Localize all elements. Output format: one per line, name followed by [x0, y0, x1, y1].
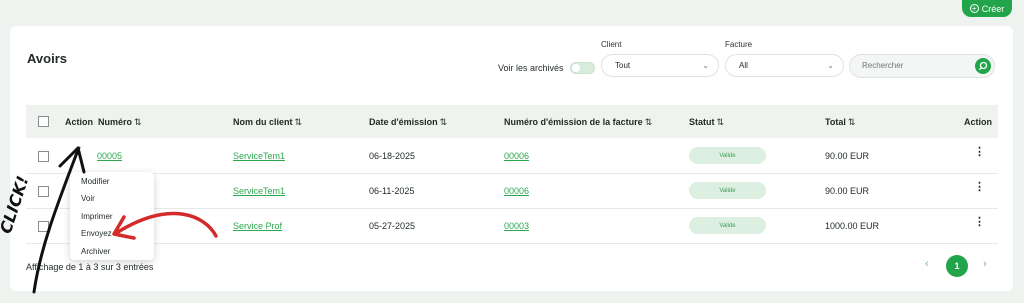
prev-page-icon[interactable]: ‹	[925, 258, 929, 270]
search-button[interactable]	[975, 58, 991, 74]
archive-toggle[interactable]	[570, 62, 595, 74]
total-amount: 90.00 EUR	[825, 151, 870, 161]
invoice-number-link[interactable]: 00006	[504, 186, 529, 196]
sort-icon: ⇅	[294, 117, 303, 127]
table-header: Action Numéro ⇅ Nom du client ⇅ Date d'émi…	[26, 105, 998, 138]
table-row: ⋮ 00005 ServiceTem1 06-18-2025 00006 Val…	[26, 139, 998, 174]
col-client[interactable]: Nom du client ⇅	[233, 117, 302, 128]
row-checkbox[interactable]	[38, 186, 49, 197]
row-checkbox[interactable]	[38, 221, 49, 232]
invoice-number-link[interactable]: 00003	[504, 221, 529, 231]
row-actions-menu-icon[interactable]: ⋮	[74, 147, 85, 158]
client-filter-label: Client	[601, 40, 622, 49]
sort-icon: ⇅	[644, 117, 653, 127]
invoice-select[interactable]: All ⌄	[725, 54, 844, 77]
sort-icon: ⇅	[134, 117, 142, 127]
col-client-label: Nom du client	[233, 117, 293, 127]
col-total-label: Total	[825, 117, 846, 127]
col-total[interactable]: Total ⇅	[825, 117, 855, 128]
client-name-link[interactable]: ServiceTem1	[233, 151, 285, 161]
page-1-button[interactable]: 1	[946, 255, 968, 277]
col-date[interactable]: Date d'émission ⇅	[369, 117, 447, 128]
client-name-link[interactable]: ServiceTem1	[233, 186, 285, 196]
toggle-knob	[572, 64, 580, 72]
menu-item-imprimer[interactable]: Imprimer	[81, 212, 113, 221]
col-invoice-number-label: Numéro d'émission de la facture	[504, 117, 643, 127]
col-action-right: Action	[964, 117, 992, 127]
issue-date: 05-27-2025	[369, 221, 416, 231]
invoice-number-link[interactable]: 00006	[504, 151, 529, 161]
issue-date: 06-11-2025	[369, 186, 415, 196]
row-checkbox[interactable]	[38, 151, 49, 162]
archive-toggle-label: Voir les archivés	[498, 63, 564, 73]
client-name-link[interactable]: Service Prof	[233, 221, 282, 231]
chevron-down-icon: ⌄	[702, 61, 709, 70]
row-actions-icon[interactable]: ⋮	[974, 182, 985, 193]
menu-item-modifier[interactable]: Modifier	[81, 177, 109, 186]
col-status[interactable]: Statut ⇅	[689, 117, 724, 128]
status-badge: Valide	[689, 217, 766, 234]
col-number-label: Numéro	[98, 117, 133, 127]
pagination-summary: Affichage de 1 à 3 sur 3 entrées	[26, 262, 154, 272]
plus-circle-icon: +	[969, 4, 979, 13]
col-invoice-number[interactable]: Numéro d'émission de la facture ⇅	[504, 117, 652, 128]
issue-date: 06-18-2025	[369, 151, 416, 161]
col-date-label: Date d'émission	[369, 117, 438, 127]
invoice-select-value: All	[739, 61, 748, 70]
create-button[interactable]: + Créer	[962, 0, 1012, 17]
row-actions-icon[interactable]: ⋮	[974, 147, 985, 158]
credit-note-number-link[interactable]: 00005	[97, 151, 122, 161]
create-button-label: Créer	[981, 3, 1005, 14]
sort-icon: ⇅	[716, 117, 725, 127]
select-all-checkbox[interactable]	[38, 116, 49, 127]
page-title: Avoirs	[27, 51, 67, 66]
next-page-icon[interactable]: ›	[983, 258, 987, 270]
col-status-label: Statut	[689, 117, 715, 127]
row-actions-icon[interactable]: ⋮	[974, 217, 985, 228]
status-badge: Valide	[689, 182, 766, 199]
status-badge: Valide	[689, 147, 766, 164]
menu-item-archiver[interactable]: Archiver	[81, 247, 110, 256]
sort-icon: ⇅	[847, 117, 856, 127]
chevron-down-icon: ⌄	[827, 61, 834, 70]
search-icon	[978, 61, 988, 71]
total-amount: 90.00 EUR	[825, 186, 870, 196]
invoice-filter-label: Facture	[725, 40, 753, 49]
menu-item-envoyez[interactable]: Envoyez	[81, 229, 112, 238]
total-amount: 1000.00 EUR	[825, 221, 880, 231]
client-select-value: Tout	[615, 61, 631, 70]
table-row: 00003 Service Prof 05-27-2025 00003 Vali…	[26, 209, 998, 244]
search-box	[849, 54, 995, 78]
col-action: Action	[65, 117, 93, 127]
sort-icon: ⇅	[439, 117, 448, 127]
search-input[interactable]	[862, 61, 972, 70]
credit-notes-card: Avoirs Voir les archivés Client Tout ⌄ F…	[10, 26, 1013, 291]
table-row: 00004 ServiceTem1 06-11-2025 00006 Valid…	[26, 174, 998, 209]
col-number[interactable]: Numéro ⇅	[98, 117, 142, 128]
row-actions-dropdown: Modifier Voir Imprimer Envoyez Archiver	[70, 172, 154, 260]
menu-item-voir[interactable]: Voir	[81, 194, 95, 203]
client-select[interactable]: Tout ⌄	[601, 54, 719, 77]
